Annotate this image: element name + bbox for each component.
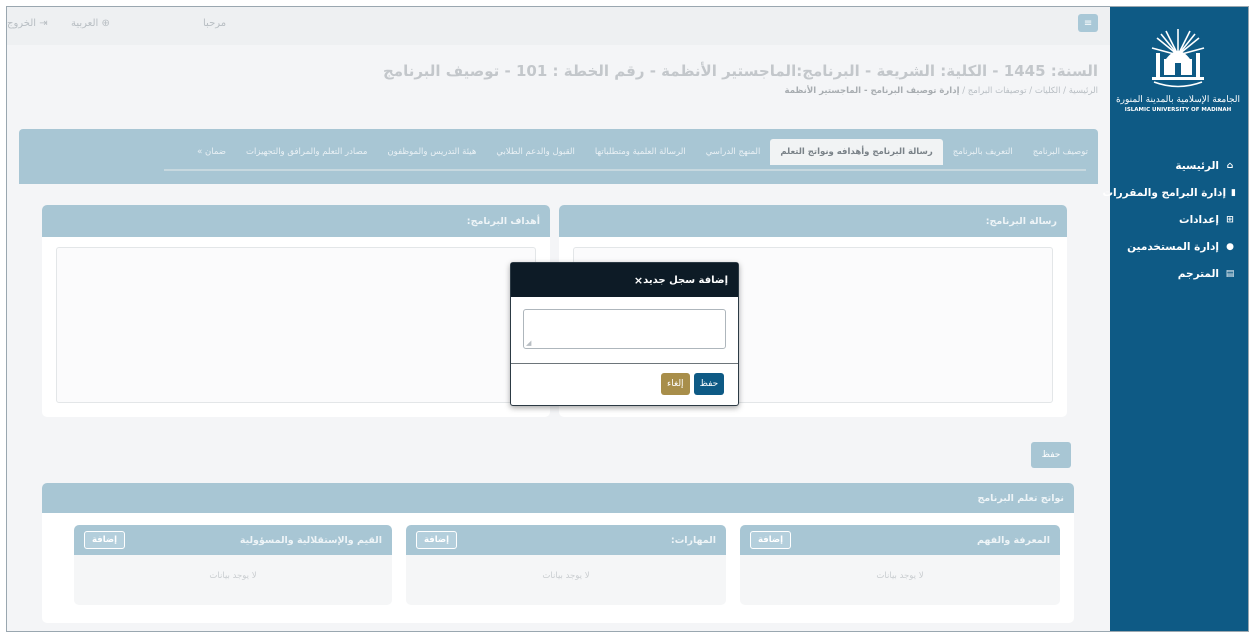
modal-cancel-button[interactable]: إلغاء (661, 373, 690, 395)
sidebar-item-label: إدارة البرامج والمقررات (1102, 186, 1227, 199)
home-icon: ⌂ (1226, 160, 1234, 171)
logo-emblem-icon (1151, 29, 1205, 88)
modal-actions: حفظ إلغاء (661, 373, 725, 395)
modal-title: إضافة سجل جديد (643, 274, 728, 286)
sidebar-nav: ⌂ الرئيسية ▮ إدارة البرامج والمقررات ⊞ إعدا… (1102, 152, 1248, 287)
university-logo[interactable]: الجامعة الإسلامية بالمدينة المنورة ISLAM… (1116, 25, 1240, 125)
sidebar-item-users[interactable]: ● إدارة المستخدمين (1110, 233, 1248, 260)
main-content: ≡ مرحبا ⊕ العربية ⇥ الخروج السنة: 1445 -… (7, 7, 1110, 631)
resize-grip-icon[interactable]: ◢ (526, 339, 531, 347)
sidebar: الجامعة الإسلامية بالمدينة المنورة ISLAM… (1102, 7, 1248, 631)
grid-icon: ⊞ (1226, 214, 1234, 225)
sidebar-item-label: إعدادات (1179, 213, 1219, 226)
translate-icon: ▤ (1225, 268, 1235, 279)
modal-header: إضافة سجل جديد × (511, 263, 738, 297)
record-textarea[interactable]: ◢ (523, 309, 726, 349)
sidebar-item-label: إدارة المستخدمين (1127, 240, 1219, 253)
users-icon: ● (1226, 241, 1234, 252)
sidebar-item-translator[interactable]: ▤ المترجم (1110, 260, 1248, 287)
sidebar-item-home[interactable]: ⌂ الرئيسية (1110, 152, 1248, 179)
sidebar-item-label: المترجم (1177, 267, 1219, 280)
app-window: الجامعة الإسلامية بالمدينة المنورة ISLAM… (6, 6, 1249, 632)
sidebar-item-programs[interactable]: ▮ إدارة البرامج والمقررات (1102, 179, 1248, 206)
add-record-modal: إضافة سجل جديد × ◢ حفظ إلغاء (510, 262, 739, 406)
modal-save-button[interactable]: حفظ (693, 373, 725, 395)
book-icon: ▮ (1231, 187, 1236, 198)
close-icon[interactable]: × (634, 274, 643, 287)
sidebar-item-settings[interactable]: ⊞ إعدادات (1110, 206, 1248, 233)
sidebar-item-label: الرئيسية (1175, 159, 1219, 172)
logo-arabic-text: الجامعة الإسلامية بالمدينة المنورة (1115, 95, 1241, 105)
logo-english-text: ISLAMIC UNIVERSITY OF MADINAH (1124, 107, 1232, 113)
modal-divider (511, 363, 738, 364)
